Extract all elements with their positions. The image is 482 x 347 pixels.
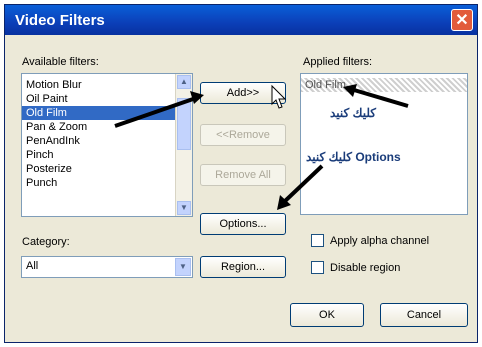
annotation-overlay	[114, 84, 409, 210]
annotation-arrow-icon	[343, 84, 409, 108]
annotation-arrow-icon	[277, 164, 324, 210]
mouse-cursor-icon	[271, 84, 287, 109]
annotation-arrow-icon	[114, 91, 204, 128]
